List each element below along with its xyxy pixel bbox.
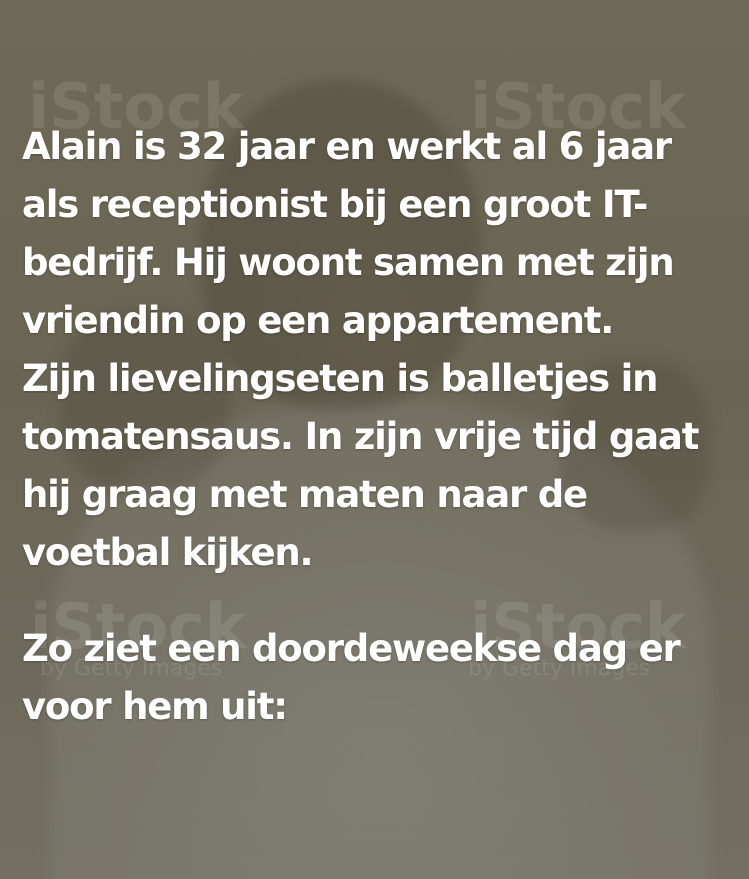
intro-line: vriendin op een appartement. [22, 299, 614, 342]
story-text: Alain is 32 jaar en werkt al 6 jaar als … [22, 118, 737, 736]
intro-line: hij graag met maten naar de [22, 473, 588, 516]
intro-line: Zijn lievelingseten is balletjes in [22, 357, 658, 400]
outro-line: Zo ziet een doordeweekse dag er [22, 627, 681, 670]
intro-line: Alain is 32 jaar en werkt al 6 jaar [22, 125, 672, 168]
outro-paragraph: Zo ziet een doordeweekse dag er voor hem… [22, 620, 737, 736]
intro-line: tomatensaus. In zijn vrije tijd gaat [22, 415, 699, 458]
intro-line: voetbal kijken. [22, 531, 314, 574]
outro-line: voor hem uit: [22, 685, 288, 728]
intro-line: als receptionist bij een groot IT- [22, 183, 648, 226]
intro-paragraph: Alain is 32 jaar en werkt al 6 jaar als … [22, 118, 737, 582]
intro-line: bedrijf. Hij woont samen met zijn [22, 241, 675, 284]
